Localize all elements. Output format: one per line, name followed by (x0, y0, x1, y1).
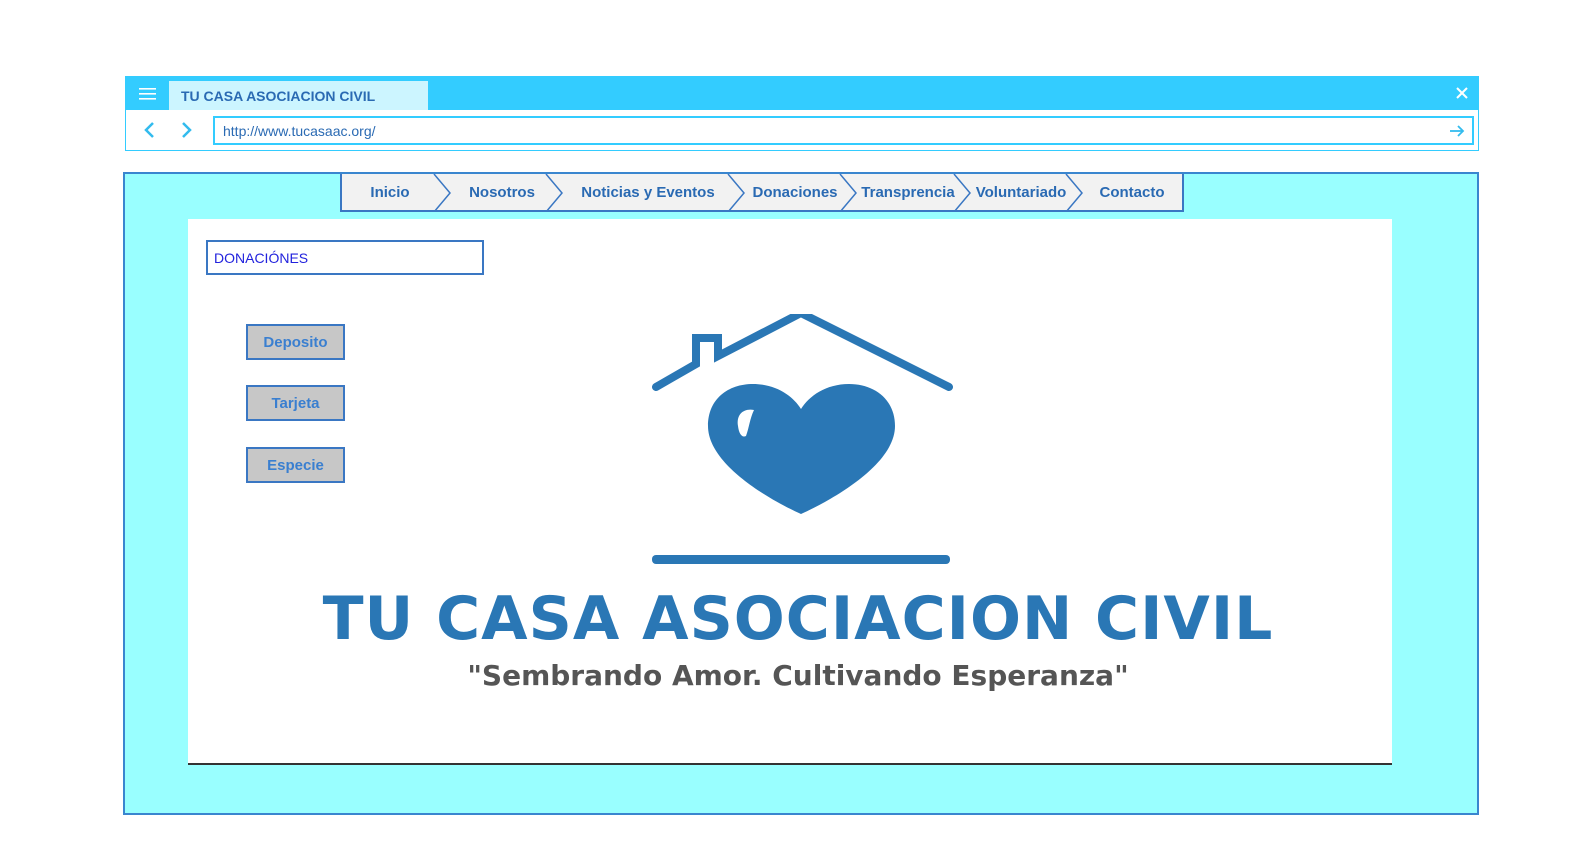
url-text: http://www.tucasaac.org/ (223, 123, 376, 139)
nav-item-inicio[interactable]: Inicio (342, 174, 438, 210)
content-panel: DONACIÓNES Deposito Tarjeta Especie TU C… (188, 219, 1392, 765)
logo-slogan: "Sembrando Amor. Cultivando Esperanza" (467, 659, 1129, 692)
go-arrow-icon[interactable] (1448, 122, 1466, 140)
menu-icon[interactable] (136, 86, 160, 102)
nav-item-nosotros[interactable]: Nosotros (442, 174, 562, 210)
section-title: DONACIÓNES (206, 240, 484, 275)
nav-item-voluntariado[interactable]: Voluntariado (966, 174, 1076, 210)
nav-item-contacto[interactable]: Contacto (1082, 174, 1182, 210)
logo-name: TU CASA ASOCIACION CIVIL (322, 584, 1274, 654)
tab-title: TU CASA ASOCIACION CIVIL (181, 88, 376, 104)
organization-logo: TU CASA ASOCIACION CIVIL "Sembrando Amor… (298, 314, 1298, 704)
nav-item-transparencia[interactable]: Transprencia (854, 174, 962, 210)
browser-window: TU CASA ASOCIACION CIVIL http://www.tuca… (125, 76, 1479, 151)
page-canvas: Inicio Nosotros Noticias y Eventos Donac… (123, 172, 1479, 815)
house-heart-icon (652, 314, 953, 564)
tab-bar: TU CASA ASOCIACION CIVIL (126, 77, 1478, 110)
close-icon[interactable] (1454, 85, 1470, 101)
nav-item-donaciones[interactable]: Donaciones (740, 174, 850, 210)
main-nav: Inicio Nosotros Noticias y Eventos Donac… (340, 174, 1184, 212)
address-bar: http://www.tucasaac.org/ (126, 110, 1478, 150)
nav-item-noticias[interactable]: Noticias y Eventos (558, 174, 738, 210)
url-input[interactable]: http://www.tucasaac.org/ (213, 116, 1474, 145)
browser-tab[interactable]: TU CASA ASOCIACION CIVIL (169, 81, 428, 110)
back-arrow-icon[interactable] (140, 120, 160, 140)
forward-arrow-icon[interactable] (176, 120, 196, 140)
